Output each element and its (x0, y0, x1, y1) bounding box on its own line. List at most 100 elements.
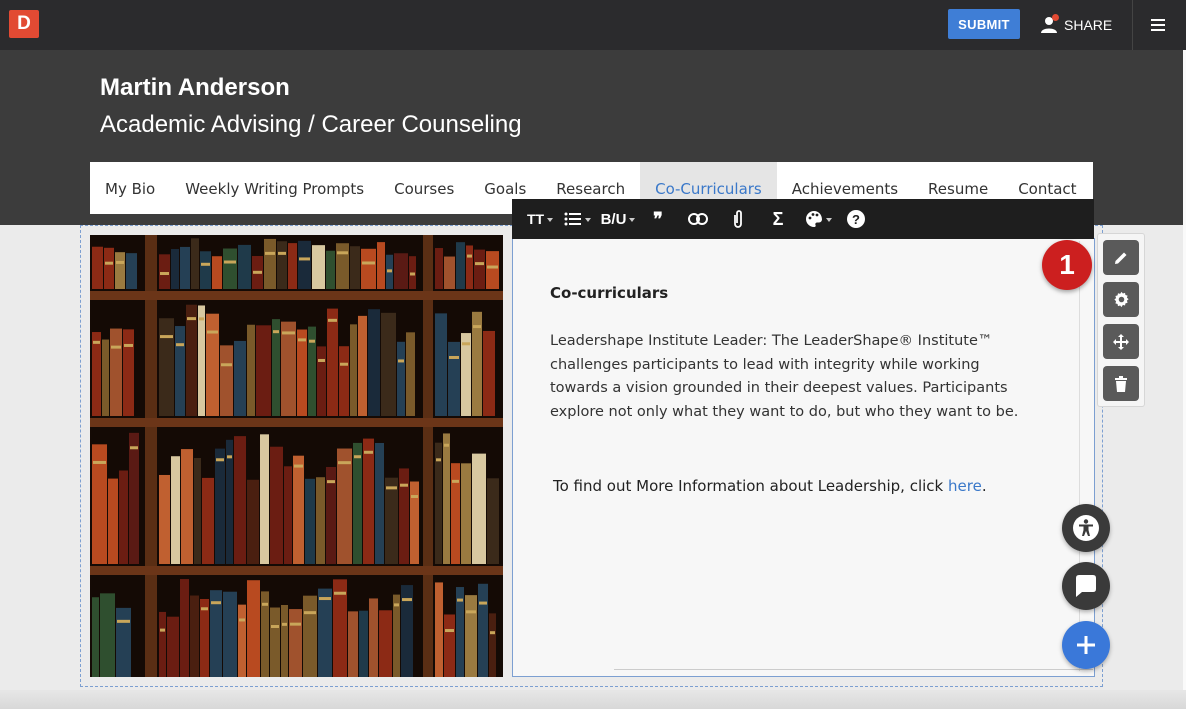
share-button[interactable]: SHARE (1040, 12, 1112, 38)
book-spine (260, 434, 269, 564)
book-band (340, 362, 348, 366)
book-band (452, 479, 459, 483)
delete-block-button[interactable] (1103, 366, 1139, 401)
book-spine (298, 240, 311, 289)
book-spine (181, 449, 193, 564)
book-spine (202, 477, 214, 564)
submit-button[interactable]: SUBMIT (948, 9, 1020, 39)
book-spine (305, 478, 315, 564)
color-button[interactable] (798, 199, 838, 239)
pencil-icon (1115, 252, 1127, 264)
book-spine (92, 597, 99, 677)
accessibility-icon (1073, 515, 1099, 541)
book-spine (100, 593, 115, 677)
editor-toolbar: TT B/U ❞ Σ ? (512, 199, 1094, 239)
equation-button[interactable]: Σ (758, 199, 798, 239)
book-spine (327, 308, 338, 416)
hamburger-menu-icon[interactable] (1148, 15, 1170, 35)
book-band (124, 343, 133, 347)
book-spine (180, 246, 190, 289)
book-band (462, 342, 470, 346)
book-band (490, 631, 495, 635)
book-spine (123, 329, 134, 416)
book-band (445, 629, 454, 633)
book-spine (108, 478, 118, 564)
help-button[interactable]: ? (838, 199, 874, 239)
book-spine (92, 246, 103, 289)
caret-down-icon (584, 218, 591, 222)
info-line: To find out More Information about Leade… (553, 477, 987, 495)
book-band (160, 272, 169, 276)
book-band (298, 338, 306, 342)
book-spine (451, 463, 460, 564)
book-spine (399, 468, 409, 564)
book-spine (215, 448, 225, 564)
book-spine (486, 251, 499, 289)
edit-block-button[interactable] (1103, 240, 1139, 275)
book-band (239, 618, 245, 622)
book-spine (284, 466, 292, 564)
book-band (271, 625, 279, 629)
gear-icon (1113, 291, 1129, 308)
book-band (227, 455, 232, 459)
book-spine (312, 245, 325, 289)
nav-item-my-bio[interactable]: My Bio (90, 162, 170, 214)
book-spine (159, 474, 170, 564)
book-spine (318, 588, 332, 677)
app-logo[interactable]: D (9, 10, 39, 38)
block-settings-button[interactable] (1103, 282, 1139, 317)
book-band (309, 339, 315, 343)
book-spine (190, 595, 199, 677)
book-spine (264, 238, 276, 289)
book-spine (281, 321, 296, 416)
book-band (290, 622, 301, 626)
quote-button[interactable]: ❞ (638, 199, 678, 239)
book-spine (466, 245, 473, 289)
add-button[interactable] (1062, 621, 1110, 669)
here-link[interactable]: here (948, 477, 982, 495)
book-spine (104, 247, 114, 289)
attachment-button[interactable] (718, 199, 758, 239)
nav-item-courses[interactable]: Courses (379, 162, 469, 214)
book-spine (159, 318, 174, 416)
book-spine (175, 326, 185, 416)
book-spine (375, 442, 384, 564)
link-button[interactable] (678, 199, 718, 239)
move-icon (1113, 333, 1129, 350)
book-spine (297, 329, 307, 416)
book-band (318, 358, 325, 362)
book-spine (483, 330, 495, 416)
paperclip-icon (734, 210, 742, 228)
book-band (160, 628, 165, 632)
book-spine (270, 607, 280, 677)
bottom-edge (0, 690, 1186, 709)
section-paragraph: Leadershape Institute Leader: The Leader… (550, 333, 1019, 420)
book-band (265, 251, 275, 255)
book-spine (461, 333, 471, 416)
move-block-button[interactable] (1103, 324, 1139, 359)
book-band (262, 602, 268, 606)
bold-underline-button[interactable]: B/U (598, 199, 638, 239)
nav-item-weekly-writing-prompts[interactable]: Weekly Writing Prompts (170, 162, 379, 214)
book-band (411, 495, 418, 499)
book-spine (487, 478, 499, 564)
share-label: SHARE (1064, 17, 1113, 33)
list-button[interactable] (556, 199, 598, 239)
book-band (117, 619, 130, 623)
book-spine (326, 250, 335, 289)
bookshelf-image[interactable] (90, 235, 503, 677)
text-size-button[interactable]: TT (524, 199, 556, 239)
book-spine (381, 312, 396, 416)
book-band (93, 460, 106, 464)
book-spine (171, 249, 179, 289)
link-icon (688, 213, 708, 225)
book-spine (474, 249, 485, 289)
book-spine (444, 614, 455, 677)
accessibility-button[interactable] (1062, 504, 1110, 552)
chat-button[interactable] (1062, 562, 1110, 610)
book-spine (472, 453, 486, 564)
book-spine (159, 254, 170, 289)
text-editor-area[interactable] (512, 238, 1095, 677)
book-spine (435, 248, 443, 289)
book-band (362, 261, 375, 265)
